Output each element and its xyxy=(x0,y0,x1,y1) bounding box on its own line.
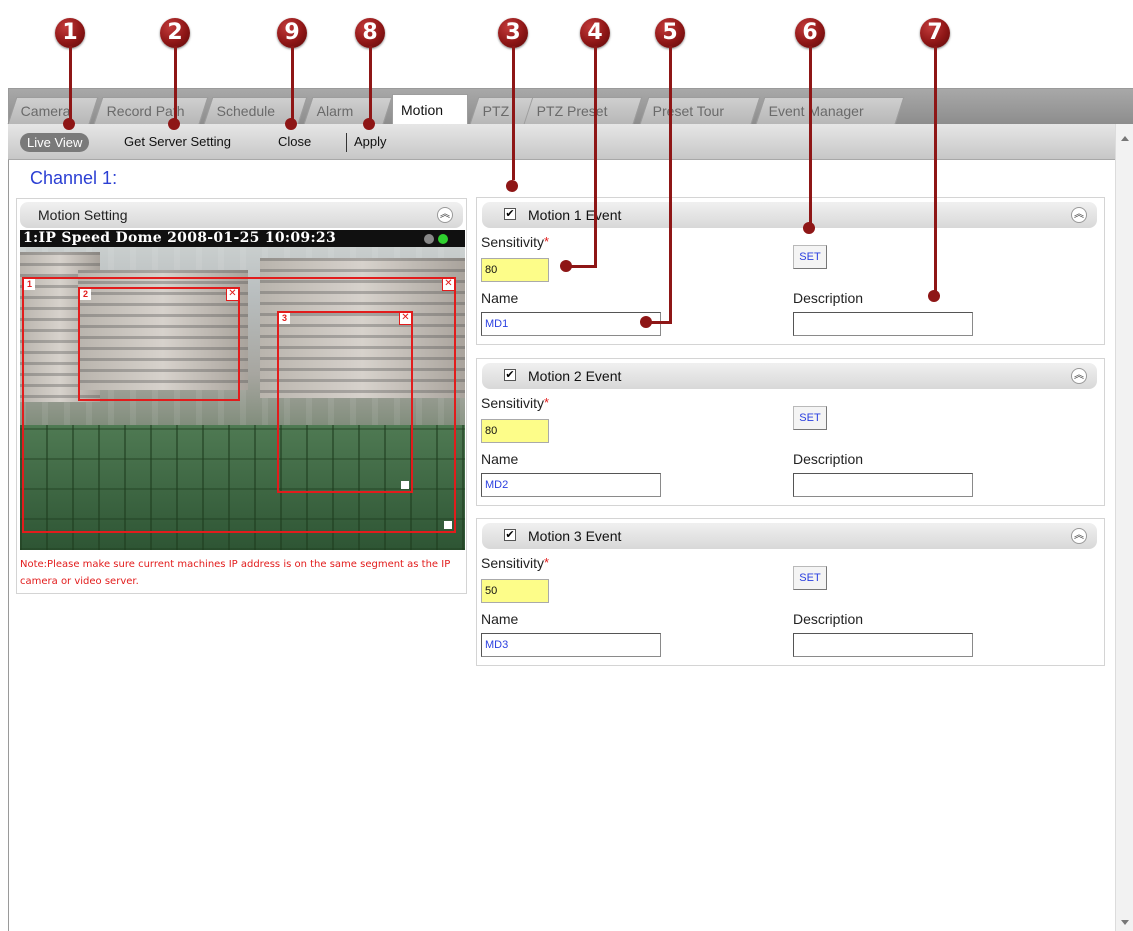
region-number-label: 2 xyxy=(80,289,91,300)
channel-title: Channel 1: xyxy=(30,168,118,188)
double-chevron-up-icon[interactable]: ︽ xyxy=(437,207,453,223)
callout-pointer-6 xyxy=(803,222,815,234)
motion-event-title: Motion 2 Event xyxy=(528,368,622,384)
motion-event-panel-3: ✔ Motion 3 Event ︽ Sensitivity* 50 SET N… xyxy=(476,518,1105,666)
set-button[interactable]: SET xyxy=(793,406,827,430)
apply-button[interactable]: Apply xyxy=(354,134,387,149)
callout-pointer-4 xyxy=(560,260,572,272)
live-view-button[interactable]: Live View xyxy=(20,133,90,152)
close-icon[interactable]: ✕ xyxy=(442,279,454,291)
checkbox-checked-icon[interactable]: ✔ xyxy=(504,208,516,220)
video-overlay-text: 1:IP Speed Dome 2008-01-25 10:09:23 xyxy=(20,230,465,247)
motion-setting-header: Motion Setting ︽ xyxy=(20,202,463,228)
description-label: Description xyxy=(793,290,864,306)
callout-leader-9 xyxy=(291,46,294,120)
toolbar-separator xyxy=(346,133,347,152)
network-note: Note:Please make sure current machines I… xyxy=(20,559,451,587)
name-input[interactable]: MD1 xyxy=(481,312,661,336)
motion-region-3[interactable]: 3 ✕ xyxy=(277,311,413,493)
motion-event-header: ✔ Motion 1 Event ︽ xyxy=(482,202,1097,228)
callout-pointer-7 xyxy=(928,290,940,302)
vertical-scrollbar[interactable] xyxy=(1115,124,1133,931)
callout-pointer-5 xyxy=(640,316,652,328)
callout-marker-7: 7 xyxy=(920,18,950,48)
region-number-label: 1 xyxy=(24,279,35,290)
motion-event-title: Motion 1 Event xyxy=(528,207,622,223)
set-button[interactable]: SET xyxy=(793,245,827,269)
checkbox-checked-icon[interactable]: ✔ xyxy=(504,529,516,541)
name-input[interactable]: MD2 xyxy=(481,473,661,497)
set-button[interactable]: SET xyxy=(793,566,827,590)
name-label: Name xyxy=(481,451,519,467)
motion-event-panel-1: ✔ Motion 1 Event ︽ Sensitivity* 80 SET N… xyxy=(476,197,1105,345)
callout-marker-2: 2 xyxy=(160,18,190,48)
sensitivity-input[interactable]: 50 xyxy=(481,579,549,603)
close-icon[interactable]: ✕ xyxy=(399,313,411,325)
callout-marker-3: 3 xyxy=(498,18,528,48)
name-input[interactable]: MD3 xyxy=(481,633,661,657)
region-number-label: 3 xyxy=(279,313,290,324)
sensitivity-label: Sensitivity* xyxy=(481,395,550,411)
callout-pointer-1 xyxy=(63,118,75,130)
callout-leader-4 xyxy=(594,46,597,268)
description-input[interactable] xyxy=(793,312,973,336)
close-button[interactable]: Close xyxy=(278,134,311,149)
description-input[interactable] xyxy=(793,473,973,497)
callout-leader-7 xyxy=(934,46,937,296)
sensitivity-label: Sensitivity* xyxy=(481,555,550,571)
callout-leader-6 xyxy=(809,46,812,226)
close-icon[interactable]: ✕ xyxy=(226,289,238,301)
callout-pointer-2 xyxy=(168,118,180,130)
callout-leader-3 xyxy=(512,46,515,180)
description-label: Description xyxy=(793,611,864,627)
sensitivity-input[interactable]: 80 xyxy=(481,258,549,282)
tab-motion[interactable]: Motion xyxy=(392,94,468,124)
get-server-setting-button[interactable]: Get Server Setting xyxy=(124,134,231,149)
sensitivity-input[interactable]: 80 xyxy=(481,419,549,443)
motion-setting-panel: Motion Setting ︽ 1:IP Speed Dome 2008-01… xyxy=(16,198,467,594)
callout-marker-1: 1 xyxy=(55,18,85,48)
name-label: Name xyxy=(481,290,519,306)
scroll-down-icon[interactable] xyxy=(1121,920,1129,925)
motion-event-header: ✔ Motion 2 Event ︽ xyxy=(482,363,1097,389)
callout-pointer-3 xyxy=(506,180,518,192)
callout-leader-4-horizontal xyxy=(568,265,596,268)
callout-marker-5: 5 xyxy=(655,18,685,48)
sensitivity-label: Sensitivity* xyxy=(481,234,550,250)
callout-leader-5 xyxy=(669,46,672,324)
live-video-view[interactable]: 1:IP Speed Dome 2008-01-25 10:09:23 1 ✕ … xyxy=(20,230,465,550)
name-label: Name xyxy=(481,611,519,627)
callout-pointer-9 xyxy=(285,118,297,130)
checkbox-checked-icon[interactable]: ✔ xyxy=(504,369,516,381)
double-chevron-up-icon[interactable]: ︽ xyxy=(1071,207,1087,223)
description-label: Description xyxy=(793,451,864,467)
scroll-up-icon[interactable] xyxy=(1121,136,1129,141)
callout-pointer-8 xyxy=(363,118,375,130)
callout-marker-8: 8 xyxy=(355,18,385,48)
motion-setting-title: Motion Setting xyxy=(38,207,128,223)
resize-handle[interactable] xyxy=(444,521,452,529)
double-chevron-up-icon[interactable]: ︽ xyxy=(1071,528,1087,544)
motion-event-title: Motion 3 Event xyxy=(528,528,622,544)
motion-region-2[interactable]: 2 ✕ xyxy=(78,287,240,401)
callout-leader-1 xyxy=(69,46,72,120)
resize-handle[interactable] xyxy=(401,481,409,489)
video-status-grey-icon xyxy=(424,234,434,244)
callout-leader-8 xyxy=(369,46,372,120)
callout-leader-2 xyxy=(174,46,177,120)
description-input[interactable] xyxy=(793,633,973,657)
motion-event-header: ✔ Motion 3 Event ︽ xyxy=(482,523,1097,549)
callout-marker-6: 6 xyxy=(795,18,825,48)
video-status-green-icon xyxy=(438,234,448,244)
callout-marker-9: 9 xyxy=(277,18,307,48)
motion-event-panel-2: ✔ Motion 2 Event ︽ Sensitivity* 80 SET N… xyxy=(476,358,1105,506)
double-chevron-up-icon[interactable]: ︽ xyxy=(1071,368,1087,384)
callout-marker-4: 4 xyxy=(580,18,610,48)
